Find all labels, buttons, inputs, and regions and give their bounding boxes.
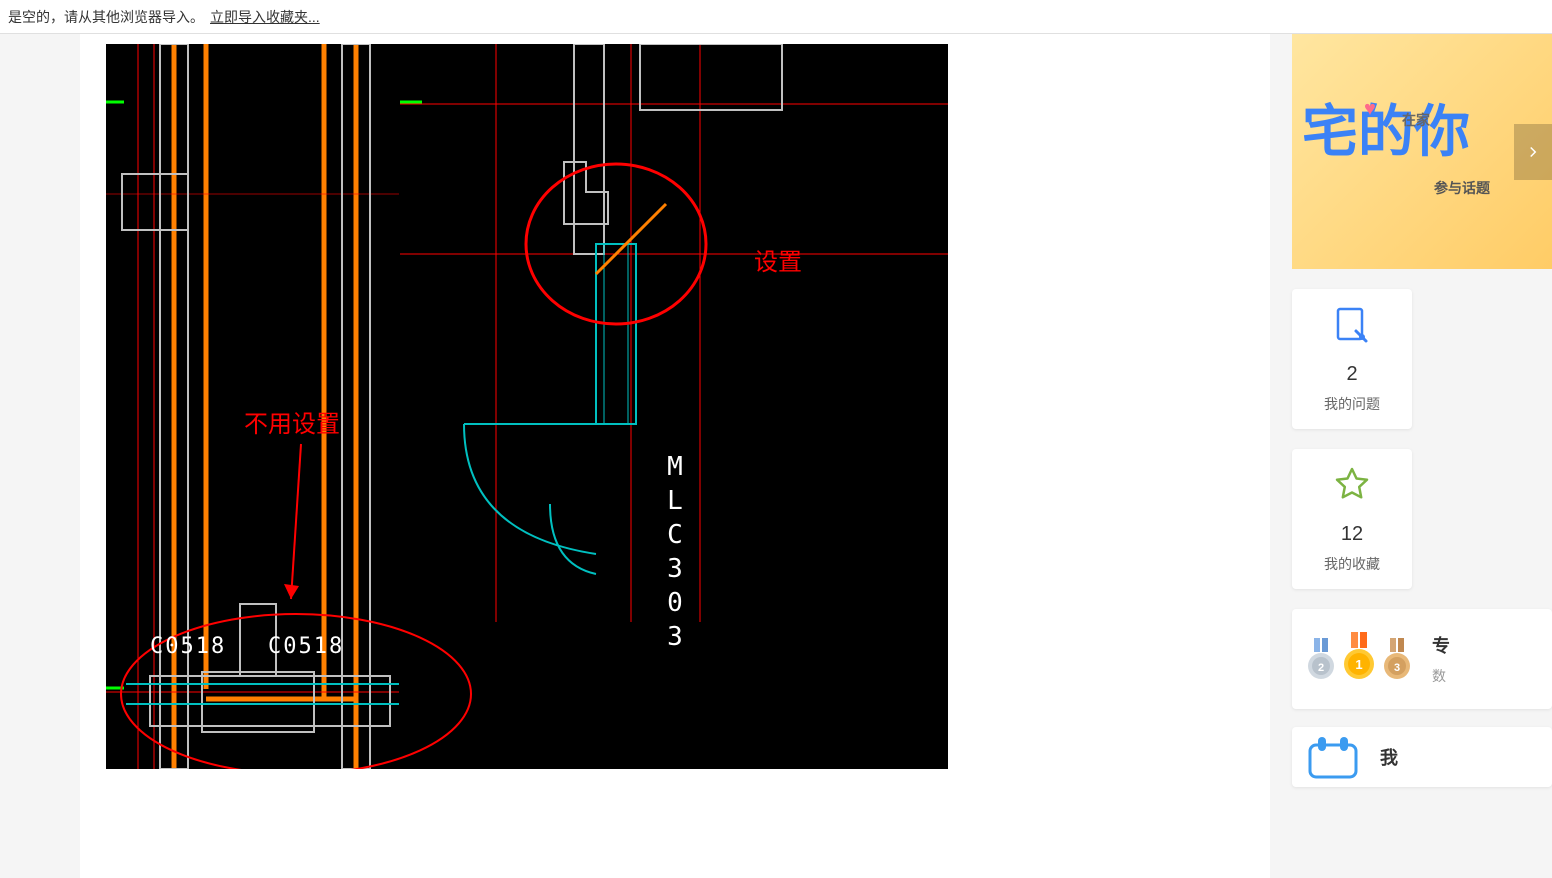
cad-label-mlc: MLC303 <box>660 452 690 656</box>
promo-brand: ♥ 宅的你 在家 参与话题 <box>1302 104 1470 160</box>
my-favorites-card[interactable]: 12 我的收藏 <box>1292 449 1412 589</box>
cad-drawing <box>106 44 948 769</box>
questions-label: 我的问题 <box>1324 394 1380 414</box>
promo-banner[interactable]: ♥ 宅的你 在家 参与话题 <box>1292 34 1552 269</box>
cad-label-c0518-1: C0518 <box>150 634 226 659</box>
main-content: 设置 不用设置 C0518 C0518 MLC303 <box>80 34 1270 878</box>
import-bookmarks-link[interactable]: 立即导入收藏夹... <box>210 7 320 27</box>
calendar-icon <box>1306 735 1360 779</box>
questions-count: 2 <box>1346 363 1357 386</box>
favorites-count: 12 <box>1341 523 1363 546</box>
promo-next-arrow[interactable] <box>1514 124 1552 180</box>
svg-text:3: 3 <box>1394 662 1400 674</box>
calendar-row[interactable]: 我 <box>1292 727 1552 787</box>
medal-icons: 2 1 3 <box>1306 638 1412 680</box>
top-bar-empty-text: 是空的，请从其他浏览器导入。 <box>8 7 204 27</box>
cad-annotated-image: 设置 不用设置 C0518 C0518 MLC303 <box>106 44 948 769</box>
note-edit-icon <box>1332 305 1372 345</box>
medal-silver-icon: 2 <box>1306 638 1336 680</box>
svg-text:2: 2 <box>1318 662 1324 674</box>
chevron-right-icon <box>1524 143 1542 161</box>
medal-bronze-icon: 3 <box>1382 638 1412 680</box>
browser-top-bar: 是空的，请从其他浏览器导入。 立即导入收藏夹... <box>0 0 1552 34</box>
star-icon <box>1332 465 1372 505</box>
calendar-title: 我 <box>1380 744 1398 770</box>
svg-text:1: 1 <box>1355 657 1362 672</box>
expert-badges-row[interactable]: 2 1 3 专 数 <box>1292 609 1552 709</box>
cad-label-c0518-2: C0518 <box>268 634 344 659</box>
badges-subtitle: 数 <box>1432 666 1450 686</box>
badges-title: 专 <box>1432 632 1450 658</box>
right-sidebar: ♥ 宅的你 在家 参与话题 2 我的问题 12 我的收藏 <box>1292 34 1552 878</box>
medal-gold-icon: 1 <box>1342 632 1376 680</box>
my-questions-card[interactable]: 2 我的问题 <box>1292 289 1412 429</box>
favorites-label: 我的收藏 <box>1324 554 1380 574</box>
